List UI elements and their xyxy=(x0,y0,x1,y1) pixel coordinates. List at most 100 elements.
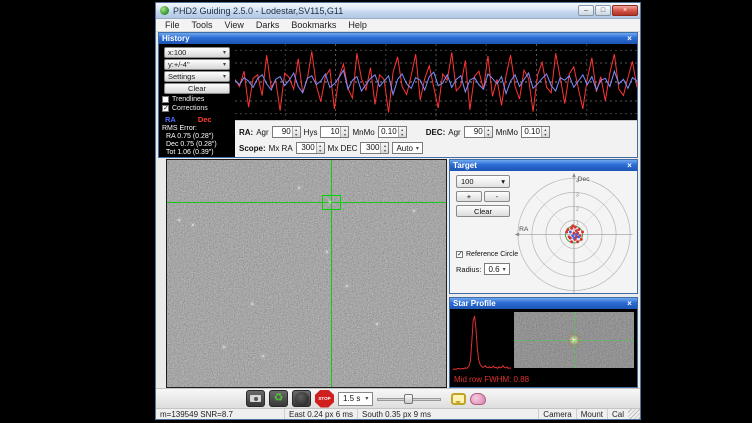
scope-group-label: Scope: xyxy=(239,144,266,153)
history-panel-title: History xyxy=(162,34,625,43)
spinner-arrows-icon[interactable]: ▴▾ xyxy=(316,143,324,153)
rms-error-readout: RMS Error: RA 0.75 (0.28") Dec 0.75 (0.2… xyxy=(162,125,232,158)
main-toolbar: ♻ STOP 1.5 s ▾ xyxy=(156,388,640,408)
spinner-arrows-icon[interactable]: ▴▾ xyxy=(541,127,549,137)
dec-aggression-value: 90 xyxy=(465,127,484,137)
calibration-status-indicator: Cal xyxy=(607,409,628,419)
window-title: PHD2 Guiding 2.5.0 - Lodestar,SV115,G11 xyxy=(173,6,578,16)
graph-length-button[interactable]: x:100 ▾ xyxy=(164,47,230,58)
graph-clear-button[interactable]: Clear xyxy=(164,83,230,94)
corrections-checkbox[interactable]: ✓ xyxy=(162,105,169,112)
field-star xyxy=(413,210,415,212)
guide-position-dot xyxy=(580,238,583,241)
menu-help[interactable]: Help xyxy=(342,20,373,30)
graph-length-label: x:100 xyxy=(168,48,186,57)
dropdown-icon: ▾ xyxy=(223,49,226,56)
target-body: 100 ▾ + - Clear ✓ Reference Circle Radiu… xyxy=(450,171,637,293)
star-closeup-image xyxy=(514,312,634,368)
max-dec-spinner[interactable]: 300 ▴▾ xyxy=(360,142,389,154)
stop-button[interactable]: STOP xyxy=(315,390,334,408)
target-zoom-in-button[interactable]: + xyxy=(456,191,482,202)
star-profile-titlebar[interactable]: Star Profile × xyxy=(450,298,637,309)
phd2-app-icon xyxy=(160,6,169,15)
menu-file[interactable]: File xyxy=(159,20,186,30)
reference-circle-label: Reference Circle xyxy=(466,251,518,258)
loop-icon: ♻ xyxy=(274,393,284,404)
ra-minmove-spinner[interactable]: 0.10 ▴▾ xyxy=(378,126,407,138)
ra-aggression-label: Agr xyxy=(256,128,268,137)
maximize-button[interactable]: □ xyxy=(595,5,611,16)
star-profile-body: Mid row FWHM: 0.88 xyxy=(450,309,637,387)
noise-texture xyxy=(167,160,446,387)
guide-star-lock-box xyxy=(322,195,341,210)
graph-settings-button[interactable]: Settings ▾ xyxy=(164,71,230,82)
closeup-crosshair-horizontal xyxy=(514,340,634,341)
guide-position-dot xyxy=(577,228,580,231)
window-controls: – □ × xyxy=(578,5,638,16)
dropdown-icon: ▾ xyxy=(223,61,226,68)
spinner-arrows-icon[interactable]: ▴▾ xyxy=(398,127,406,137)
target-clear-button[interactable]: Clear xyxy=(456,205,510,217)
exposure-duration-select[interactable]: 1.5 s ▾ xyxy=(338,392,373,406)
dec-minmove-spinner[interactable]: 0.10 ▴▾ xyxy=(521,126,550,138)
slider-thumb[interactable] xyxy=(404,394,413,404)
target-panel-titlebar[interactable]: Target × xyxy=(450,160,637,171)
max-ra-value: 300 xyxy=(297,143,316,153)
trendlines-row[interactable]: Trendlines xyxy=(162,96,232,103)
mount-status-indicator: Mount xyxy=(576,409,607,419)
target-bullseye-plot: Dec RA 4 3 2 1 xyxy=(513,171,635,293)
spinner-arrows-icon[interactable]: ▴▾ xyxy=(292,127,300,137)
target-zoom-buttons: + - xyxy=(456,191,510,202)
ra-group-label: RA: xyxy=(239,128,253,137)
guide-position-dot xyxy=(577,235,580,238)
star-profile-panel: Star Profile × Mid row FWHM: 0.88 xyxy=(449,297,638,388)
graph-height-button[interactable]: y:+/-4" ▾ xyxy=(164,59,230,70)
spinner-arrows-icon[interactable]: ▴▾ xyxy=(380,143,388,153)
reference-circle-row[interactable]: ✓ Reference Circle xyxy=(456,251,518,258)
history-panel: History × x:100 ▾ y:+/-4" ▾ Settings ▾ xyxy=(158,32,638,158)
dec-aggression-spinner[interactable]: 90 ▴▾ xyxy=(464,126,493,138)
radius-select[interactable]: 0.6 ▾ xyxy=(484,263,509,275)
history-panel-titlebar[interactable]: History × xyxy=(159,33,637,44)
minimize-button[interactable]: – xyxy=(578,5,594,16)
guide-position-dot xyxy=(573,237,576,240)
ra-axis-arrow-icon xyxy=(515,233,519,237)
max-ra-spinner[interactable]: 300 ▴▾ xyxy=(296,142,325,154)
spinner-arrows-icon[interactable]: ▴▾ xyxy=(340,127,348,137)
feedback-bubble-icon[interactable] xyxy=(451,393,466,405)
guide-camera-image[interactable] xyxy=(166,159,447,388)
target-close-icon[interactable]: × xyxy=(625,161,634,171)
star-profile-curve xyxy=(451,311,513,373)
spinner-arrows-icon[interactable]: ▴▾ xyxy=(484,127,492,137)
legend-dec: Dec xyxy=(198,115,212,124)
window-titlebar[interactable]: PHD2 Guiding 2.5.0 - Lodestar,SV115,G11 … xyxy=(156,3,640,19)
guide-position-dot xyxy=(570,240,573,243)
menu-tools[interactable]: Tools xyxy=(186,20,219,30)
menu-bookmarks[interactable]: Bookmarks xyxy=(285,20,342,30)
trendlines-checkbox[interactable] xyxy=(162,96,169,103)
dec-guide-mode-select[interactable]: Auto ▾ xyxy=(392,142,422,154)
dropdown-icon: ▾ xyxy=(503,266,506,273)
close-button[interactable]: × xyxy=(612,5,638,16)
history-left-controls: x:100 ▾ y:+/-4" ▾ Settings ▾ Clear xyxy=(159,44,235,157)
advanced-settings-brain-button[interactable] xyxy=(470,393,486,405)
menu-darks[interactable]: Darks xyxy=(250,20,286,30)
target-zoom-select[interactable]: 100 ▾ xyxy=(456,175,510,188)
corrections-row[interactable]: ✓ Corrections xyxy=(162,105,232,112)
ra-hysteresis-spinner[interactable]: 10 ▴▾ xyxy=(320,126,349,138)
loop-exposures-button[interactable]: ♻ xyxy=(269,390,288,407)
target-zoom-out-button[interactable]: - xyxy=(484,191,510,202)
star-profile-close-icon[interactable]: × xyxy=(625,299,634,309)
camera-setup-button[interactable] xyxy=(246,390,265,407)
screen-stretch-slider[interactable] xyxy=(377,392,441,406)
reference-circle-checkbox[interactable]: ✓ xyxy=(456,251,463,258)
menu-view[interactable]: View xyxy=(219,20,250,30)
resize-grip[interactable] xyxy=(628,409,640,419)
fwhm-readout: Mid row FWHM: 0.88 xyxy=(454,375,529,384)
ra-aggression-spinner[interactable]: 90 ▴▾ xyxy=(272,126,301,138)
ring-label: 2 xyxy=(576,207,579,213)
corrections-label: Corrections xyxy=(172,105,208,112)
guide-button[interactable] xyxy=(292,390,311,407)
history-close-icon[interactable]: × xyxy=(625,34,634,44)
exposure-value: 1.5 s xyxy=(343,394,360,403)
